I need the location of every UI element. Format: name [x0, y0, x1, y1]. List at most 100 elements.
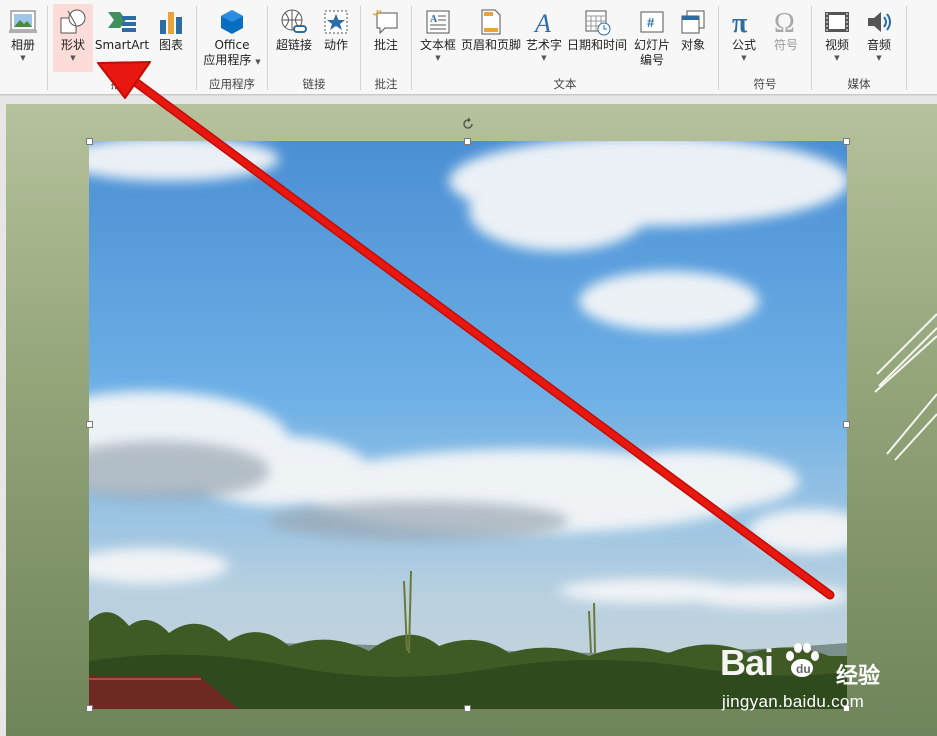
photo-album-icon	[6, 6, 40, 38]
resize-handle-s[interactable]	[464, 705, 471, 712]
hyperlink-label: 超链接	[275, 38, 312, 52]
group-media: 视频 ▼ 音频 ▼ 媒体	[812, 0, 906, 95]
chart-label: 图表	[158, 38, 183, 52]
smartart-label: SmartArt	[94, 38, 150, 52]
smartart-icon	[105, 6, 139, 38]
audio-icon	[862, 6, 896, 38]
equation-icon: π	[727, 6, 761, 38]
chart-button[interactable]: 图表	[152, 4, 190, 53]
symbol-button[interactable]: Ω 符号	[767, 4, 805, 53]
group-label-links: 链接	[302, 77, 326, 91]
watermark-brand: Bai	[720, 642, 774, 683]
symbol-label: 符号	[773, 38, 798, 52]
chevron-down-icon[interactable]: ▼	[20, 54, 25, 62]
date-time-button[interactable]: 日期和时间	[565, 4, 629, 53]
group-links: 超链接 动作 链接	[268, 0, 360, 95]
group-comments: 批注 批注	[361, 0, 411, 95]
svg-text:du: du	[796, 662, 811, 676]
office-apps-label-1: Office	[214, 38, 250, 52]
group-label-symbols: 符号	[753, 77, 777, 91]
resize-handle-nw[interactable]	[86, 138, 93, 145]
symbol-icon: Ω	[769, 6, 803, 38]
video-icon	[820, 6, 854, 38]
group-divider	[906, 6, 907, 90]
date-time-icon	[580, 6, 614, 38]
resize-handle-sw[interactable]	[86, 705, 93, 712]
group-symbols: π 公式 ▼ Ω 符号 符号	[719, 0, 811, 95]
svg-text:π: π	[732, 8, 748, 36]
action-icon	[319, 6, 353, 38]
chevron-down-icon[interactable]: ▼	[741, 54, 746, 62]
group-label-media: 媒体	[847, 77, 871, 91]
rotate-handle-icon[interactable]	[461, 117, 475, 131]
object-button[interactable]: 对象	[674, 4, 712, 53]
chevron-down-icon[interactable]: ▼	[834, 54, 839, 62]
svg-text:A: A	[430, 14, 438, 25]
svg-text:#: #	[647, 15, 655, 30]
group-label-text: 文本	[553, 77, 577, 91]
watermark-url: jingyan.baidu.com	[722, 692, 865, 711]
action-button[interactable]: 动作	[318, 4, 354, 53]
header-footer-button[interactable]: 页眉和页脚	[459, 4, 523, 53]
chevron-down-icon[interactable]: ▼	[70, 54, 75, 62]
resize-handle-w[interactable]	[86, 421, 93, 428]
wordart-icon: A	[527, 6, 561, 38]
photo-album-button[interactable]: 相册 ▼	[4, 4, 42, 62]
office-apps-button[interactable]: Office 应用程序 ▼	[201, 4, 263, 68]
equation-button[interactable]: π 公式 ▼	[725, 4, 763, 62]
textbox-icon: A	[421, 6, 455, 38]
watermark-brand-suffix: 经验	[836, 664, 881, 689]
office-apps-label-2: 应用程序 ▼	[203, 53, 261, 67]
decorative-lines	[874, 313, 937, 461]
paw-logo-icon: du	[786, 643, 819, 677]
smartart-button[interactable]: SmartArt	[94, 4, 150, 53]
office-apps-icon	[215, 6, 249, 38]
slide-number-icon: #	[635, 6, 669, 38]
chevron-down-icon[interactable]: ▼	[541, 54, 546, 62]
comment-label: 批注	[373, 38, 398, 52]
group-label-comments: 批注	[374, 77, 398, 91]
group-apps: Office 应用程序 ▼ 应用程序	[197, 0, 267, 95]
sky-landscape-image	[89, 141, 847, 709]
photo-album-label: 相册	[10, 38, 35, 52]
hyperlink-button[interactable]: 超链接	[272, 4, 316, 53]
video-label: 视频	[824, 38, 849, 52]
resize-handle-n[interactable]	[464, 138, 471, 145]
resize-handle-e[interactable]	[843, 421, 850, 428]
header-footer-label: 页眉和页脚	[460, 38, 521, 52]
svg-text:A: A	[533, 9, 551, 36]
audio-label: 音频	[866, 38, 891, 52]
slide-number-label-2: 编号	[639, 53, 664, 67]
textbox-label: 文本框	[419, 38, 456, 52]
group-images: 相册 ▼	[0, 0, 48, 95]
object-label: 对象	[680, 38, 705, 52]
slide-photo[interactable]	[89, 141, 847, 709]
group-text: A 文本框 ▼ 页眉和页脚 A 艺术字 ▼ 日期和时间 # 幻灯片 编号 对象 …	[412, 0, 718, 95]
header-footer-icon	[474, 6, 508, 38]
group-label-illustrations: 插图	[110, 77, 134, 91]
shapes-icon	[56, 6, 90, 38]
textbox-button[interactable]: A 文本框 ▼	[416, 4, 460, 62]
action-label: 动作	[323, 38, 348, 52]
equation-label: 公式	[731, 38, 756, 52]
slide-number-button[interactable]: # 幻灯片 编号	[630, 4, 674, 68]
insert-ribbon: 相册 ▼ 形状 ▼ SmartArt 图表 插图 Office 应用程序 ▼ 应…	[0, 0, 937, 95]
resize-handle-ne[interactable]	[843, 138, 850, 145]
chevron-down-icon[interactable]: ▼	[435, 54, 440, 62]
hyperlink-icon	[277, 6, 311, 38]
chevron-down-icon[interactable]: ▼	[876, 54, 881, 62]
wordart-button[interactable]: A 艺术字 ▼	[524, 4, 564, 62]
object-icon	[676, 6, 710, 38]
comment-button[interactable]: 批注	[367, 4, 405, 53]
baidu-jingyan-watermark: Bai du 经验 jingyan.baidu.com	[718, 636, 918, 716]
group-illustrations: 形状 ▼ SmartArt 图表 插图	[48, 0, 196, 95]
chevron-down-icon[interactable]: ▼	[255, 58, 260, 66]
comment-icon	[369, 6, 403, 38]
shapes-button[interactable]: 形状 ▼	[53, 4, 93, 72]
wordart-label: 艺术字	[525, 38, 562, 52]
video-button[interactable]: 视频 ▼	[818, 4, 856, 62]
audio-button[interactable]: 音频 ▼	[860, 4, 898, 62]
chart-icon	[154, 6, 188, 38]
slide-number-label-1: 幻灯片	[633, 38, 670, 52]
date-time-label: 日期和时间	[566, 38, 627, 52]
